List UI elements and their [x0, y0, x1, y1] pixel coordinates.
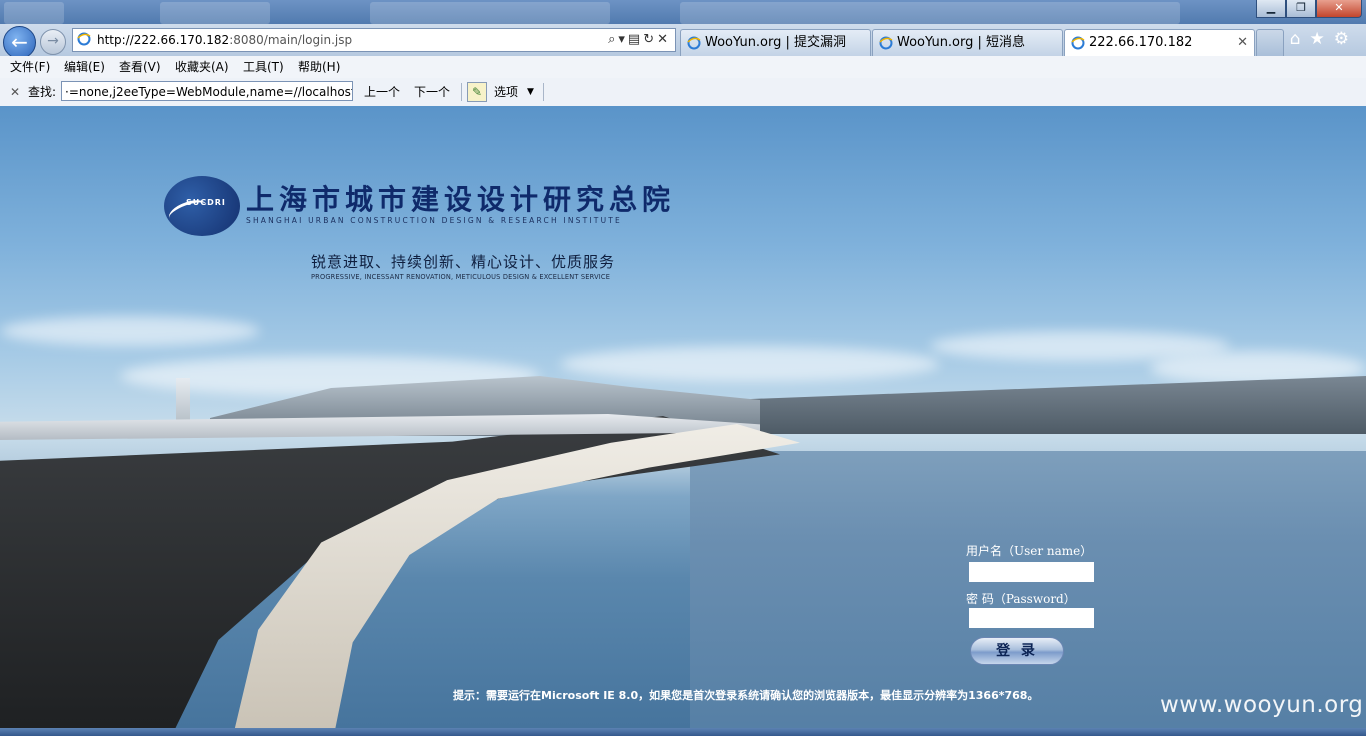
- forward-button[interactable]: →: [40, 29, 66, 55]
- find-next-button[interactable]: 下一个: [414, 78, 450, 106]
- close-window-button[interactable]: ✕: [1316, 0, 1362, 18]
- address-actions: ⌕▾▤↻✕: [608, 29, 671, 51]
- blurred-tab: [4, 2, 64, 24]
- refresh-icon[interactable]: ↻: [643, 32, 657, 47]
- login-page: SUCDRI 上海市城市建设设计研究总院 SHANGHAI URBAN CONS…: [0, 106, 1366, 736]
- blurred-tab: [680, 2, 1180, 24]
- maximize-button[interactable]: ❐: [1286, 0, 1316, 18]
- tab-wooyun-submit[interactable]: WooYun.org | 提交漏洞: [680, 29, 871, 56]
- window-controls: ▁ ❐ ✕: [1256, 0, 1362, 18]
- tab-wooyun-messages[interactable]: WooYun.org | 短消息: [872, 29, 1063, 56]
- new-tab-button[interactable]: [1256, 29, 1284, 56]
- find-label: 查找:: [28, 85, 57, 99]
- address-url[interactable]: http://222.66.170.182:8080/main/login.js…: [97, 29, 352, 51]
- logo-abbr: SUCDRI: [186, 198, 226, 207]
- ie-page-icon: [687, 36, 701, 50]
- highlight-pencil-icon[interactable]: ✎: [467, 82, 487, 102]
- star-icon[interactable]: ★: [1310, 29, 1334, 49]
- slogan-cn: 锐意进取、持续创新、精心设计、优质服务: [311, 253, 616, 271]
- tab-login-page[interactable]: 222.66.170.182 ✕: [1064, 29, 1255, 57]
- menu-bar: 文件(F) 编辑(E) 查看(V) 收藏夹(A) 工具(T) 帮助(H): [0, 56, 1366, 79]
- close-find-icon[interactable]: ✕: [10, 78, 20, 106]
- blurred-tab: [160, 2, 270, 24]
- logo-emblem: SUCDRI: [164, 176, 240, 236]
- cloud: [0, 316, 260, 346]
- ie-page-icon: [77, 32, 91, 46]
- username-label: 用户名（User name）: [966, 544, 1093, 558]
- compatibility-icon[interactable]: ▤: [628, 32, 643, 47]
- ie-page-icon: [1071, 36, 1085, 50]
- back-button[interactable]: ←: [3, 26, 36, 59]
- tab-label: 222.66.170.182: [1089, 35, 1193, 50]
- menu-help[interactable]: 帮助(H): [298, 56, 340, 78]
- chevron-down-icon[interactable]: ▼: [527, 78, 534, 106]
- close-icon[interactable]: ✕: [657, 32, 671, 47]
- gear-icon[interactable]: ⚙: [1334, 29, 1358, 49]
- watermark: www.wooyun.org: [1160, 692, 1364, 718]
- address-bar[interactable]: http://222.66.170.182:8080/main/login.js…: [72, 28, 676, 52]
- password-label: 密 码（Password）: [966, 592, 1076, 606]
- menu-view[interactable]: 查看(V): [119, 56, 161, 78]
- find-input[interactable]: ·=none,j2eeType=WebModule,name=//localho…: [61, 81, 353, 101]
- slogan-en: PROGRESSIVE, INCESSANT RENOVATION, METIC…: [311, 273, 611, 281]
- minimize-button[interactable]: ▁: [1256, 0, 1286, 18]
- toolbar-icons: ⌂★⚙: [1290, 24, 1358, 54]
- menu-file[interactable]: 文件(F): [10, 56, 50, 78]
- taskbar: [0, 728, 1366, 736]
- dropdown-icon[interactable]: ▾: [618, 32, 628, 47]
- institute-name-en: SHANGHAI URBAN CONSTRUCTION DESIGN & RES…: [246, 216, 622, 225]
- username-input[interactable]: [969, 562, 1094, 582]
- tab-label: WooYun.org | 提交漏洞: [705, 35, 847, 50]
- menu-favorites[interactable]: 收藏夹(A): [175, 56, 229, 78]
- menu-tools[interactable]: 工具(T): [243, 56, 284, 78]
- ie-page-icon: [879, 36, 893, 50]
- browser-hint: 提示：需要运行在Microsoft IE 8.0，如果您是首次登录系统请确认您的…: [453, 689, 1039, 702]
- back-arrow-icon: ←: [11, 30, 28, 54]
- search-icon[interactable]: ⌕: [608, 32, 618, 47]
- forward-arrow-icon: →: [47, 33, 59, 49]
- divider: [461, 83, 462, 101]
- divider: [543, 83, 544, 101]
- menu-edit[interactable]: 编辑(E): [64, 56, 105, 78]
- title-bar: ▁ ❐ ✕: [0, 0, 1366, 26]
- browser-chrome: ▁ ❐ ✕ ← → http://222.66.170.182:8080/mai…: [0, 0, 1366, 107]
- find-options-button[interactable]: 选项: [494, 78, 518, 106]
- blurred-tab: [370, 2, 610, 24]
- password-input[interactable]: [969, 608, 1094, 628]
- cloud: [560, 346, 940, 382]
- login-button[interactable]: 登 录: [970, 637, 1064, 665]
- navigation-row: ← → http://222.66.170.182:8080/main/logi…: [0, 24, 1366, 59]
- home-icon[interactable]: ⌂: [1290, 29, 1310, 49]
- close-tab-icon[interactable]: ✕: [1237, 30, 1248, 56]
- institute-name-cn: 上海市城市建设设计研究总院: [246, 183, 676, 216]
- airport-terminal-far: [745, 376, 1366, 434]
- find-bar: ✕ 查找: ·=none,j2eeType=WebModule,name=//l…: [0, 78, 1366, 107]
- tab-label: WooYun.org | 短消息: [897, 35, 1026, 50]
- find-previous-button[interactable]: 上一个: [364, 78, 400, 106]
